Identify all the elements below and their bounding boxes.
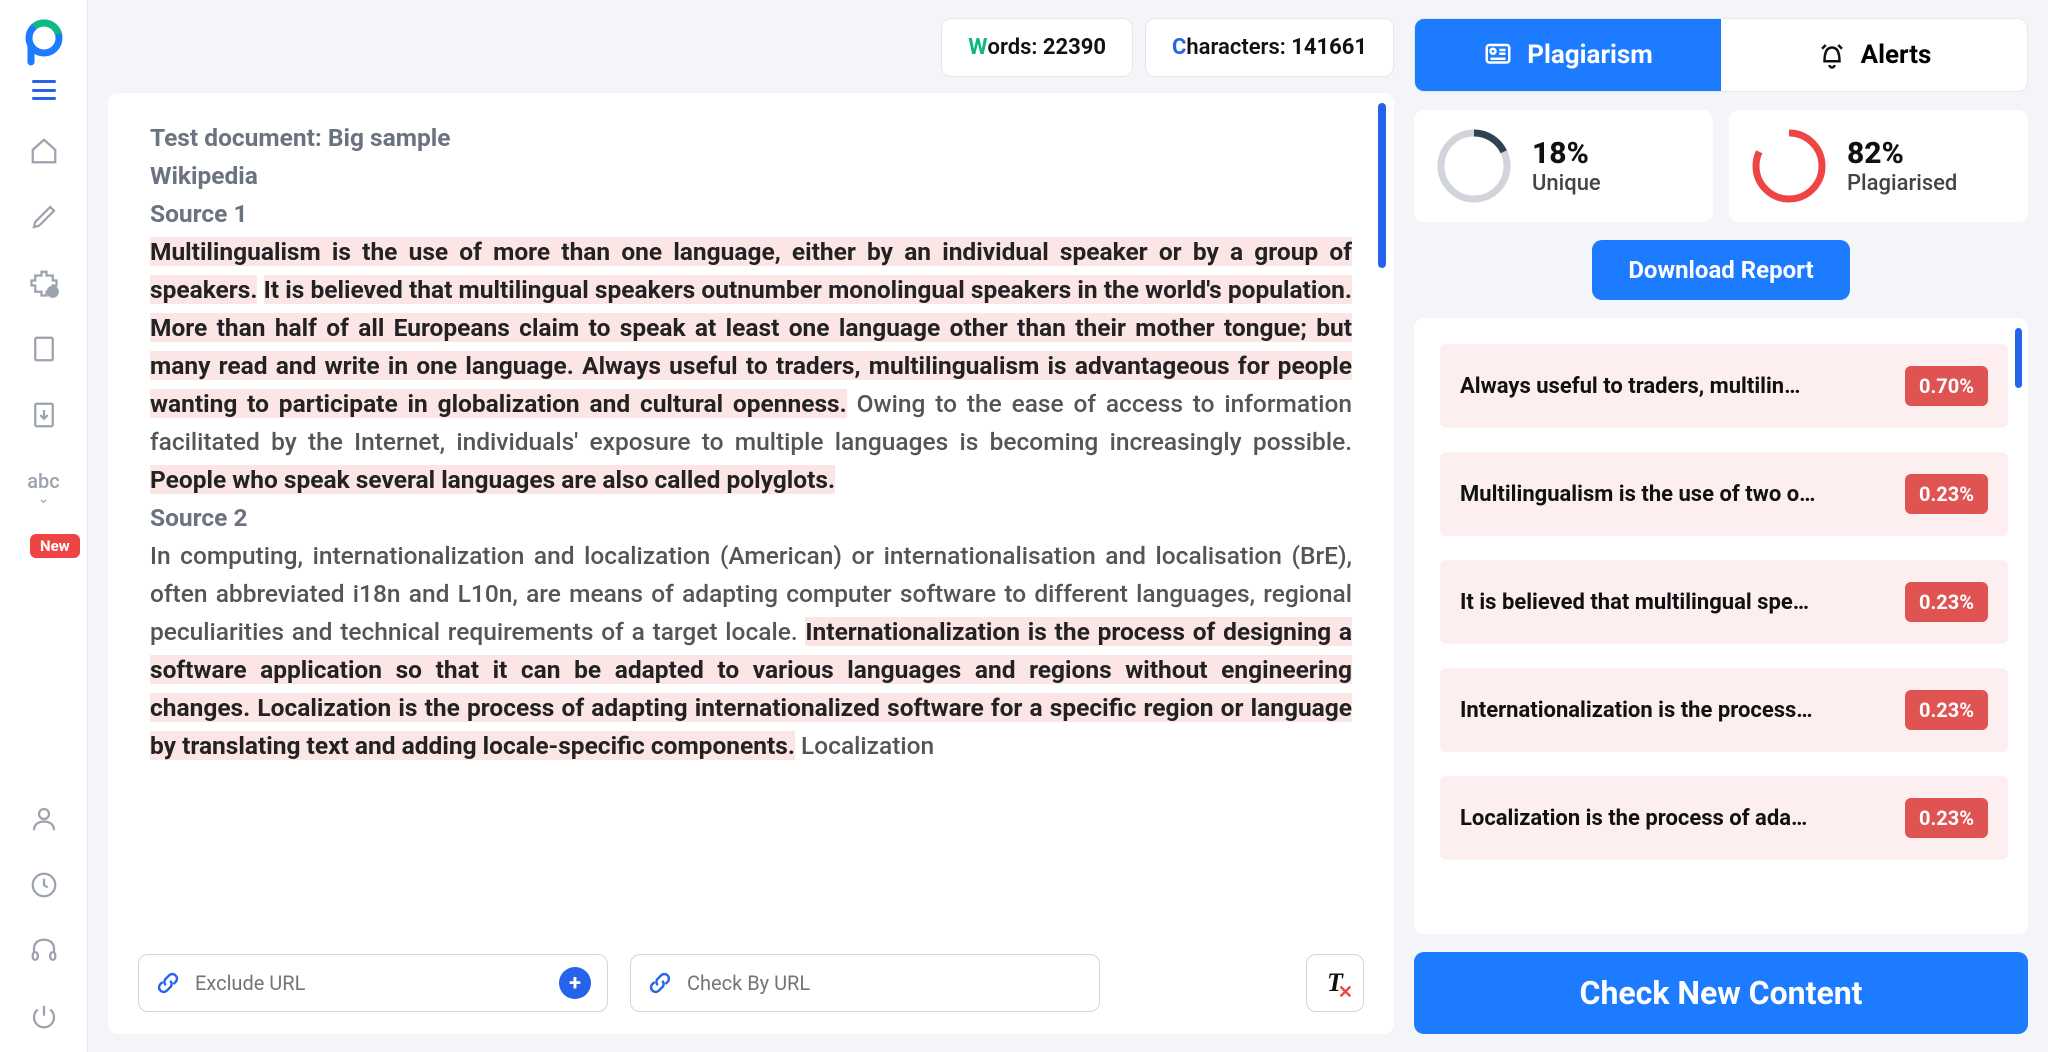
check-url-field[interactable] <box>687 971 1083 995</box>
doc-footer: + T✕ <box>108 932 1394 1034</box>
svg-text:+: + <box>50 289 54 298</box>
result-item[interactable]: It is believed that multilingual spe…0.2… <box>1440 560 2008 644</box>
scrollbar[interactable] <box>2015 328 2022 388</box>
clear-text-button[interactable]: T✕ <box>1306 954 1364 1012</box>
results-panel: Plagiarism Alerts 18%Unique 82%Plagiaris… <box>1414 0 2048 1052</box>
results-list: Always useful to traders, multilin…0.70%… <box>1414 318 2028 934</box>
new-badge: New <box>30 534 80 558</box>
result-item[interactable]: Localization is the process of ada…0.23% <box>1440 776 2008 860</box>
source-2-label: Source 2 <box>150 499 1352 537</box>
document-editor[interactable]: Test document: Big sample Wikipedia Sour… <box>108 93 1394 1034</box>
document-icon[interactable] <box>29 334 59 364</box>
doc-paragraph: In computing, internationalization and l… <box>150 537 1352 765</box>
doc-paragraph: Multilingualism is the use of more than … <box>150 233 1352 499</box>
exclude-url-input[interactable]: + <box>138 954 608 1012</box>
scrollbar[interactable] <box>1378 103 1386 268</box>
add-exclude-button[interactable]: + <box>559 967 591 999</box>
check-url-input[interactable] <box>630 954 1100 1012</box>
edit-icon[interactable] <box>29 202 59 232</box>
download-report-button[interactable]: Download Report <box>1592 240 1849 300</box>
result-item[interactable]: Always useful to traders, multilin…0.70% <box>1440 344 2008 428</box>
unique-gauge: 18%Unique <box>1414 110 1713 222</box>
app-logo[interactable] <box>14 12 74 72</box>
spellcheck-icon[interactable]: abc <box>29 466 59 496</box>
check-new-content-button[interactable]: Check New Content <box>1414 952 2028 1034</box>
history-icon[interactable] <box>29 870 59 900</box>
plagiarised-gauge: 82%Plagiarised <box>1729 110 2028 222</box>
file-download-icon[interactable] <box>29 400 59 430</box>
char-count: Characters: 141661 <box>1145 18 1394 77</box>
result-item[interactable]: Internationalization is the process…0.23… <box>1440 668 2008 752</box>
extension-icon[interactable]: + <box>29 268 59 298</box>
tab-plagiarism[interactable]: Plagiarism <box>1415 19 1721 91</box>
hamburger-menu-icon[interactable] <box>32 80 56 100</box>
top-stats: Words: 22390 Characters: 141661 <box>108 18 1394 77</box>
user-icon[interactable] <box>29 804 59 834</box>
home-icon[interactable] <box>29 136 59 166</box>
main-panel: Words: 22390 Characters: 141661 Test doc… <box>88 0 1414 1052</box>
doc-title: Test document: Big sample <box>150 119 1352 157</box>
power-icon[interactable] <box>29 1002 59 1032</box>
source-1-label: Source 1 <box>150 195 1352 233</box>
doc-subtitle: Wikipedia <box>150 157 1352 195</box>
tab-alerts[interactable]: Alerts <box>1721 19 2027 91</box>
support-icon[interactable] <box>29 936 59 966</box>
word-count: Words: 22390 <box>941 18 1133 77</box>
result-tabs: Plagiarism Alerts <box>1414 18 2028 92</box>
exclude-url-field[interactable] <box>195 971 545 995</box>
result-item[interactable]: Multilingualism is the use of two o…0.23… <box>1440 452 2008 536</box>
sidebar: + abc New <box>0 0 88 1052</box>
